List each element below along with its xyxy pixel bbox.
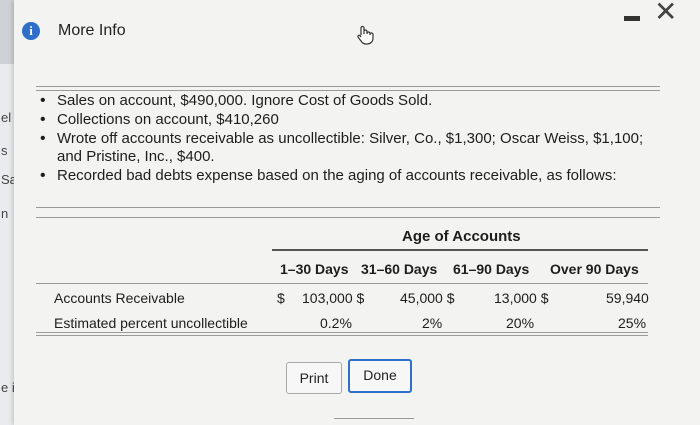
dialog-title: More Info <box>58 22 126 39</box>
divider <box>36 217 660 218</box>
list-item: Collections on account, $410,260 <box>36 111 660 129</box>
column-header-1-30: 1–30 Days <box>280 261 349 277</box>
background-text-fragment: el <box>1 110 12 125</box>
table-group-header: Age of Accounts <box>402 228 521 245</box>
list-item: Wrote off accounts receivable as uncolle… <box>36 130 660 166</box>
header-rule <box>36 283 648 284</box>
table-cell: 45,000 $ <box>400 290 455 306</box>
divider <box>36 90 660 91</box>
column-header-31-60: 31–60 Days <box>361 261 438 277</box>
minimize-button[interactable] <box>624 16 640 21</box>
divider <box>36 207 660 208</box>
header-rule <box>272 249 648 251</box>
hand-cursor-icon <box>357 25 374 45</box>
more-info-dialog: i More Info ✕ Sales on account, $490,000… <box>14 0 700 425</box>
row-label-accounts-receivable: Accounts Receivable <box>54 290 185 306</box>
table-bottom-rule <box>36 335 648 336</box>
print-button[interactable]: Print <box>286 362 342 394</box>
close-icon[interactable]: ✕ <box>654 0 677 26</box>
table-cell: 20% <box>506 315 535 331</box>
currency-symbol: $ <box>277 290 285 306</box>
list-item: Recorded bad debts expense based on the … <box>36 167 660 185</box>
background-text-fragment: s <box>1 143 8 158</box>
transaction-list: Sales on account, $490,000. Ignore Cost … <box>36 92 660 185</box>
table-bottom-rule <box>36 332 648 333</box>
table-cell: 2% <box>422 315 443 331</box>
row-label-estimated-percent: Estimated percent uncollectible <box>54 315 248 331</box>
column-header-over-90: Over 90 Days <box>550 261 639 277</box>
divider <box>36 86 660 87</box>
background-text-fragment: n <box>1 206 9 221</box>
scroll-edge <box>334 418 414 419</box>
table-cell: 59,940 <box>606 290 649 306</box>
done-button[interactable]: Done <box>348 359 412 393</box>
info-icon: i <box>22 22 40 40</box>
table-cell: 25% <box>618 315 647 331</box>
info-content: Sales on account, $490,000. Ignore Cost … <box>36 92 660 186</box>
list-item: Sales on account, $490,000. Ignore Cost … <box>36 92 660 110</box>
table-cell: 13,000 $ <box>494 290 549 306</box>
table-cell: 103,000 $ <box>302 290 365 306</box>
dialog-titlebar: i More Info ✕ <box>14 0 700 64</box>
table-cell: 0.2% <box>320 315 352 331</box>
column-header-61-90: 61–90 Days <box>453 261 530 277</box>
